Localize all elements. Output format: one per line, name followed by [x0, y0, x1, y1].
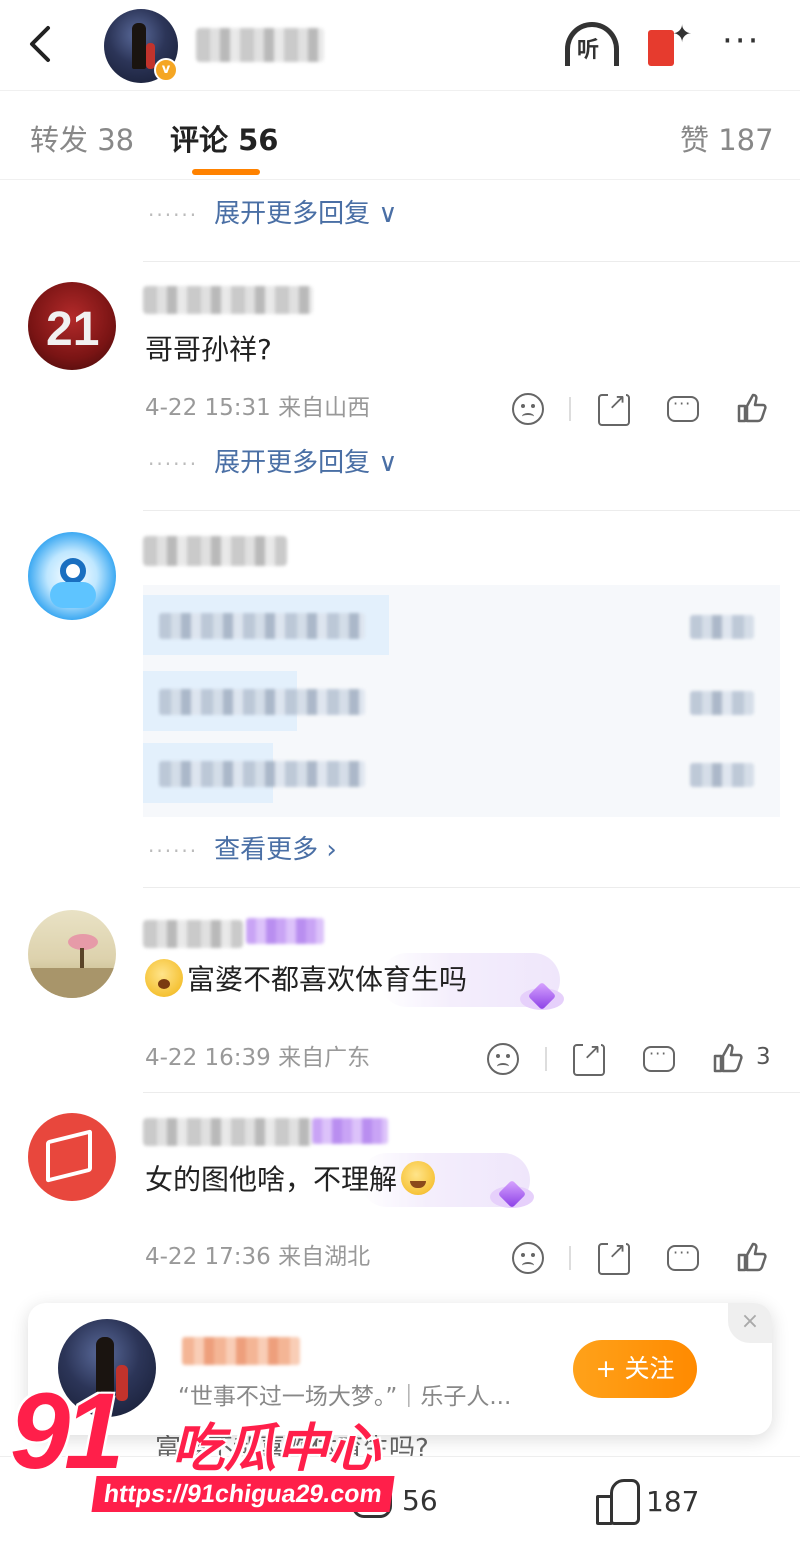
comment-meta: 4-22 15:31 来自山西 — [145, 395, 371, 421]
thumbs-up-icon[interactable] — [736, 1241, 768, 1273]
separator — [569, 1246, 571, 1270]
item-title-blurred — [159, 689, 365, 715]
ellipsis-dots: ······ — [148, 203, 199, 227]
see-more-label: 查看更多 › — [214, 835, 337, 865]
commenter-name-blurred[interactable] — [143, 1118, 313, 1146]
thumbs-up-icon[interactable] — [736, 392, 768, 424]
see-more-link[interactable]: ······ 查看更多 › — [148, 830, 337, 870]
red-packet-button[interactable]: ✦ — [648, 20, 692, 68]
shocked-face-emoji-icon — [145, 959, 183, 997]
listen-label: 听 — [577, 38, 600, 63]
expand-replies-link[interactable]: ······ 展开更多回复 ∨ — [148, 194, 397, 234]
reply-icon[interactable] — [667, 1243, 699, 1271]
ellipsis-dots: ······ — [148, 839, 199, 863]
divider — [143, 887, 800, 888]
item-value-blurred — [690, 615, 754, 639]
tab-reposts[interactable]: 转发 38 — [30, 117, 134, 159]
divider — [143, 1092, 800, 1093]
reply-icon[interactable] — [667, 394, 699, 422]
dislike-face-icon[interactable] — [512, 1242, 544, 1274]
thumbs-up-icon — [596, 1479, 640, 1525]
dislike-face-icon[interactable] — [487, 1043, 519, 1075]
tab-comments[interactable]: 评论 56 — [170, 117, 278, 159]
list-item[interactable] — [143, 743, 780, 803]
ellipsis-dots: ······ — [148, 452, 199, 476]
fan-badge-blurred — [312, 1118, 388, 1144]
commenter-avatar[interactable]: 21 — [28, 282, 116, 370]
sparkle-icon: ✦ — [672, 20, 693, 48]
commenter-name-blurred[interactable] — [143, 920, 243, 948]
share-icon[interactable] — [598, 390, 630, 426]
commenter-avatar[interactable] — [28, 1113, 116, 1201]
bottom-like-button[interactable]: 187 — [596, 1479, 700, 1525]
commenter-avatar[interactable] — [28, 910, 116, 998]
bottom-action-bar: 56 187 — [0, 1456, 800, 1544]
active-tab-indicator — [192, 169, 260, 175]
author-name-blurred[interactable] — [196, 28, 324, 62]
fan-badge-blurred — [246, 918, 324, 944]
item-title-blurred — [159, 613, 365, 639]
commenter-avatar[interactable] — [28, 532, 116, 620]
like-count: 187 — [646, 1485, 700, 1518]
separator — [569, 397, 571, 421]
like-count: 3 — [756, 1044, 771, 1070]
comment-text-row: 富婆不都喜欢体育生吗 — [145, 958, 467, 1002]
reply-icon[interactable] — [643, 1044, 675, 1072]
back-chevron-icon[interactable] — [22, 24, 58, 64]
share-icon[interactable] — [573, 1040, 605, 1076]
follow-suggestion-card: “世事不过一场大梦。”｜乐子人... + 关注 × — [28, 1303, 772, 1435]
diamond-gem-icon — [520, 981, 564, 1016]
more-options-icon[interactable]: ··· — [722, 24, 772, 64]
laughing-emoji-icon — [401, 1161, 436, 1195]
comment-meta: 4-22 17:36 来自湖北 — [145, 1244, 371, 1270]
comment-text: 女的图他啥，不理解 — [145, 1163, 398, 1196]
item-title-blurred — [159, 761, 365, 787]
divider — [143, 510, 800, 511]
red-envelope-icon — [648, 30, 674, 66]
diamond-gem-icon — [490, 1179, 534, 1214]
comment-meta: 4-22 16:39 来自广东 — [145, 1045, 371, 1071]
item-value-blurred — [690, 763, 754, 787]
expand-replies-label: 展开更多回复 ∨ — [214, 199, 398, 229]
item-value-blurred — [690, 691, 754, 715]
thumbs-up-icon[interactable] — [712, 1042, 744, 1074]
commenter-name-blurred[interactable] — [143, 286, 313, 314]
comment-text: 哥哥孙祥? — [145, 333, 272, 366]
comment-bubble-icon — [352, 1484, 392, 1518]
author-avatar[interactable] — [58, 1319, 156, 1417]
divider — [143, 261, 800, 262]
author-name-blurred[interactable] — [182, 1337, 300, 1365]
close-icon[interactable]: × — [728, 1303, 772, 1343]
separator — [545, 1047, 547, 1071]
list-item[interactable] — [143, 671, 780, 731]
bottom-comment-button[interactable]: 56 — [352, 1479, 438, 1523]
expand-replies-link[interactable]: ······ 展开更多回复 ∨ — [148, 443, 397, 483]
top-bar: v 听 ✦ ··· — [0, 0, 800, 90]
expand-replies-label: 展开更多回复 ∨ — [214, 448, 398, 478]
dislike-face-icon[interactable] — [512, 393, 544, 425]
share-icon[interactable] — [598, 1239, 630, 1275]
commenter-name-blurred[interactable] — [143, 536, 287, 566]
verified-badge-icon: v — [154, 58, 178, 82]
listen-button[interactable]: 听 — [563, 18, 621, 68]
comment-count: 56 — [402, 1484, 438, 1517]
tab-bar: 转发 38 评论 56 赞 187 — [0, 90, 800, 180]
tab-likes[interactable]: 赞 187 — [680, 117, 774, 159]
list-item[interactable] — [143, 595, 780, 655]
author-bio: “世事不过一场大梦。”｜乐子人... — [178, 1384, 512, 1410]
comment-text: 富婆不都喜欢体育生吗 — [187, 963, 468, 996]
hot-search-list — [143, 585, 780, 817]
comment-text-row: 女的图他啥，不理解 — [145, 1158, 439, 1202]
follow-button[interactable]: + 关注 — [573, 1340, 697, 1398]
